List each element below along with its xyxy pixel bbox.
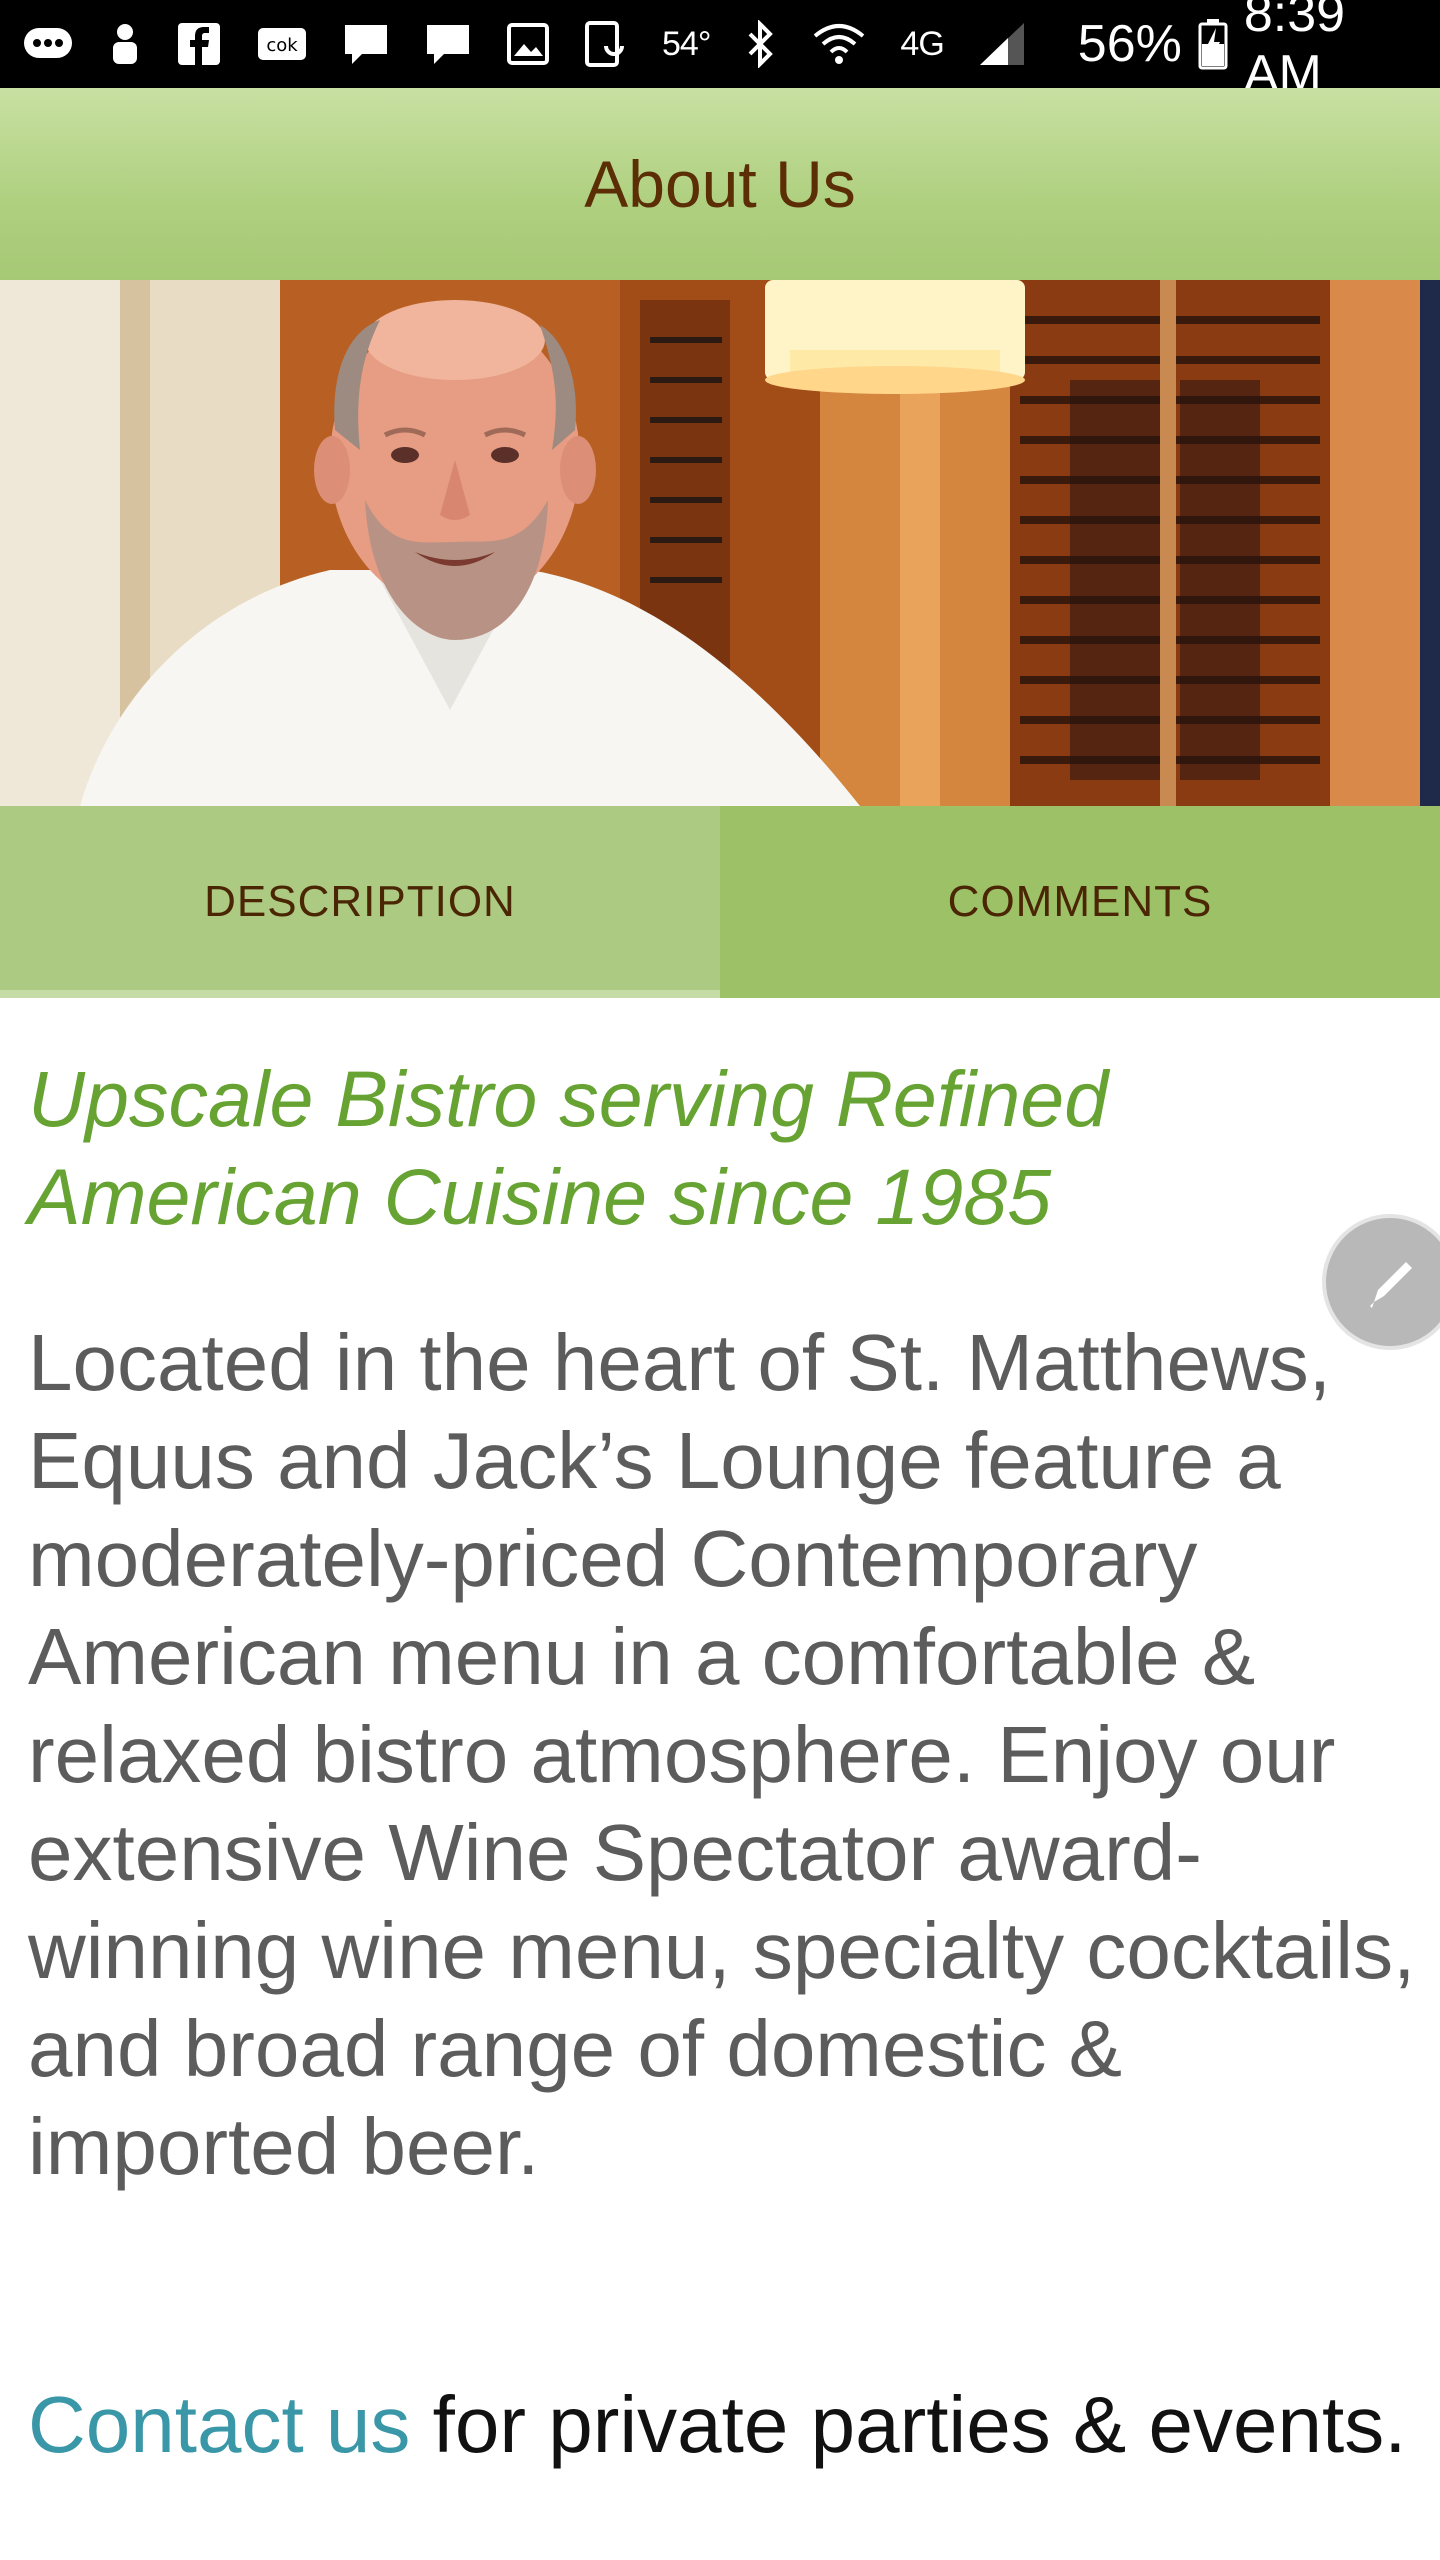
signal-icon <box>978 21 1028 67</box>
facebook-icon <box>176 21 222 67</box>
wifi-icon <box>812 22 866 66</box>
person-icon <box>108 22 142 66</box>
status-system-info: 56% 8:39 AM <box>1062 0 1422 103</box>
cok-icon: cok <box>256 24 308 64</box>
contact-line-text: for private parties & events. <box>410 2380 1407 2469</box>
tab-description[interactable]: DESCRIPTION <box>0 806 720 998</box>
temperature-text: 54° <box>662 24 711 63</box>
app-bar: About Us <box>0 88 1440 280</box>
description-text: Located in the heart of St. Matthews, Eq… <box>28 1318 1416 2191</box>
tab-bar: DESCRIPTION COMMENTS <box>0 806 1440 998</box>
contact-line: Contact us for private parties & events. <box>28 2376 1418 2474</box>
screenshot-icon <box>584 20 628 68</box>
chat-icon <box>342 22 390 66</box>
status-bar: cok 54° 4G 56% 8:39 AM <box>0 0 1440 103</box>
image-icon <box>506 22 550 66</box>
messenger-icon <box>22 24 74 64</box>
description-content: Upscale Bistro serving Refined American … <box>28 1050 1418 2474</box>
chef-photo <box>0 280 1440 806</box>
network-type-text: 4G <box>900 24 944 63</box>
cok-label: cok <box>266 35 298 56</box>
contact-us-link[interactable]: Contact us <box>28 2380 410 2469</box>
status-notification-icons: cok 54° 4G <box>22 0 1062 88</box>
bluetooth-icon <box>744 20 778 68</box>
page-title: About Us <box>584 147 856 221</box>
pencil-icon <box>1360 1250 1420 1315</box>
tagline: Upscale Bistro serving Refined American … <box>28 1054 1109 1241</box>
chat-icon <box>424 22 472 66</box>
battery-icon <box>1198 18 1228 70</box>
battery-percent-text: 56% <box>1077 15 1182 73</box>
tab-comments[interactable]: COMMENTS <box>720 806 1440 998</box>
